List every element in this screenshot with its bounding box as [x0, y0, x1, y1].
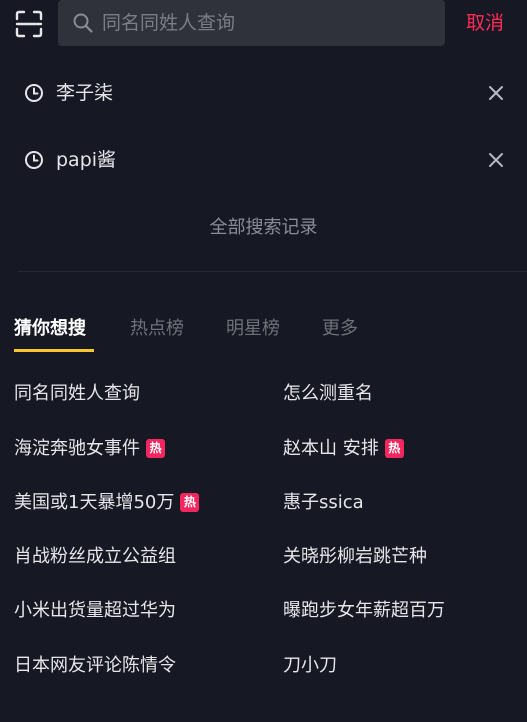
suggestion-item[interactable]: 惠子ssica	[283, 489, 364, 517]
suggestion-item[interactable]: 曝跑步女年薪超百万	[283, 597, 445, 625]
suggestion-text: 美国或1天暴增50万	[14, 492, 175, 513]
tab-more[interactable]: 更多	[322, 316, 358, 342]
suggestion-text: 海淀奔驰女事件	[14, 438, 140, 459]
tab-guess-search[interactable]: 猜你想搜	[14, 316, 86, 342]
suggestion-text: 肖战粉丝成立公益组	[14, 546, 176, 567]
suggestion-text: 赵本山 安排	[283, 438, 379, 459]
suggestion-item[interactable]: 小米出货量超过华为	[14, 597, 176, 625]
suggestion-text: 同名同姓人查询	[14, 383, 140, 404]
scan-icon[interactable]	[14, 9, 44, 39]
suggestion-text: 怎么测重名	[283, 383, 373, 404]
suggestion-item[interactable]: 美国或1天暴增50万热	[14, 489, 200, 517]
hot-badge: 热	[180, 493, 200, 512]
suggestion-text: 日本网友评论陈情令	[14, 655, 176, 676]
suggestion-item[interactable]: 海淀奔驰女事件热	[14, 435, 165, 463]
close-icon[interactable]	[487, 151, 505, 169]
suggestion-item[interactable]: 日本网友评论陈情令	[14, 652, 176, 680]
close-icon[interactable]	[487, 84, 505, 102]
suggestion-item[interactable]: 怎么测重名	[283, 380, 373, 408]
suggestion-text: 刀小刀	[283, 655, 337, 676]
hot-badge: 热	[384, 439, 404, 458]
suggestion-text: 惠子ssica	[283, 492, 364, 513]
search-box[interactable]	[58, 0, 445, 46]
suggestion-item[interactable]: 同名同姓人查询	[14, 380, 140, 408]
all-history-link[interactable]: 全部搜索记录	[0, 214, 527, 242]
clock-icon	[25, 151, 43, 169]
search-icon	[73, 13, 93, 33]
suggestion-item[interactable]: 关晓彤柳岩跳芒种	[283, 543, 427, 571]
clock-icon	[25, 84, 43, 102]
history-item[interactable]: papi酱	[0, 140, 527, 180]
cancel-button[interactable]: 取消	[466, 10, 514, 36]
history-label: papi酱	[56, 149, 117, 171]
history-label: 李子柒	[56, 82, 114, 104]
tab-hot-list[interactable]: 热点榜	[130, 316, 184, 342]
tab-star-list[interactable]: 明星榜	[226, 316, 280, 342]
suggestion-text: 曝跑步女年薪超百万	[283, 600, 445, 621]
divider	[18, 271, 527, 272]
active-tab-indicator	[14, 349, 94, 352]
suggestion-item[interactable]: 赵本山 安排热	[283, 435, 404, 463]
suggestion-item[interactable]: 肖战粉丝成立公益组	[14, 543, 176, 571]
suggestion-item[interactable]: 刀小刀	[283, 652, 337, 680]
search-header: 取消	[0, 0, 527, 48]
suggestion-text: 小米出货量超过华为	[14, 600, 176, 621]
history-item[interactable]: 李子柒	[0, 73, 527, 113]
suggestion-text: 关晓彤柳岩跳芒种	[283, 546, 427, 567]
hot-badge: 热	[146, 439, 165, 458]
search-input[interactable]	[102, 0, 432, 46]
